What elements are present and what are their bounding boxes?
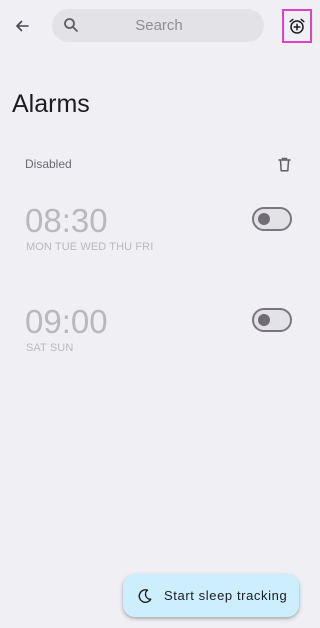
arrow-back-icon xyxy=(16,20,29,32)
section-label: Disabled xyxy=(25,157,72,171)
alarm-item[interactable]: 08:30 MON TUE WED THU FRI xyxy=(0,201,318,281)
moon-icon xyxy=(136,587,154,605)
alarm-time[interactable]: 08:30 xyxy=(25,201,108,241)
alarm-time[interactable]: 09:00 xyxy=(25,302,108,342)
add-alarm-button[interactable] xyxy=(282,9,312,43)
page-title: Alarms xyxy=(12,90,90,118)
alarm-days: SAT SUN xyxy=(26,342,74,354)
search-input[interactable] xyxy=(74,9,244,42)
back-button[interactable] xyxy=(8,10,36,42)
toggle-knob xyxy=(258,213,270,225)
alarm-toggle[interactable] xyxy=(252,207,292,231)
search-bar[interactable] xyxy=(52,9,264,42)
alarm-item[interactable]: 09:00 SAT SUN xyxy=(0,302,318,382)
top-app-bar xyxy=(0,0,318,52)
start-sleep-tracking-button[interactable]: Start sleep tracking xyxy=(123,574,299,617)
alarm-toggle[interactable] xyxy=(252,308,292,332)
trash-icon xyxy=(277,157,291,172)
alarm-add-icon xyxy=(289,18,305,34)
toggle-knob xyxy=(258,314,270,326)
delete-button[interactable] xyxy=(276,155,292,173)
fab-label: Start sleep tracking xyxy=(164,588,288,603)
alarm-days: MON TUE WED THU FRI xyxy=(26,241,154,253)
